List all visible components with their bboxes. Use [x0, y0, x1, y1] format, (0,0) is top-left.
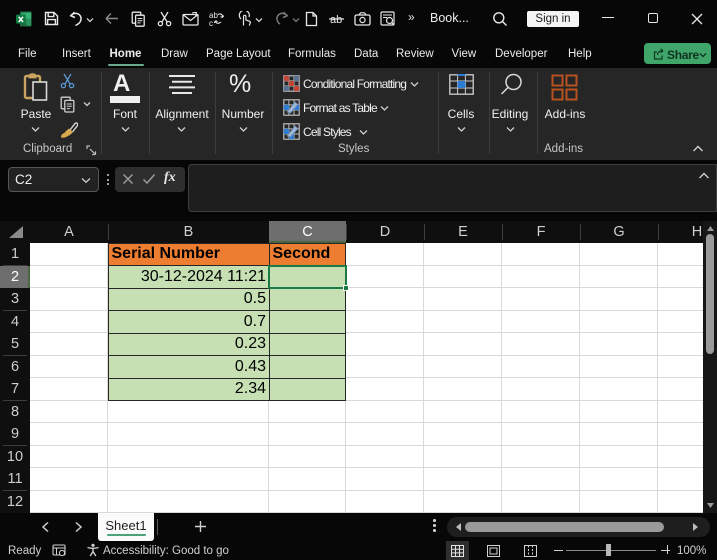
svg-text:c: c — [209, 19, 213, 27]
